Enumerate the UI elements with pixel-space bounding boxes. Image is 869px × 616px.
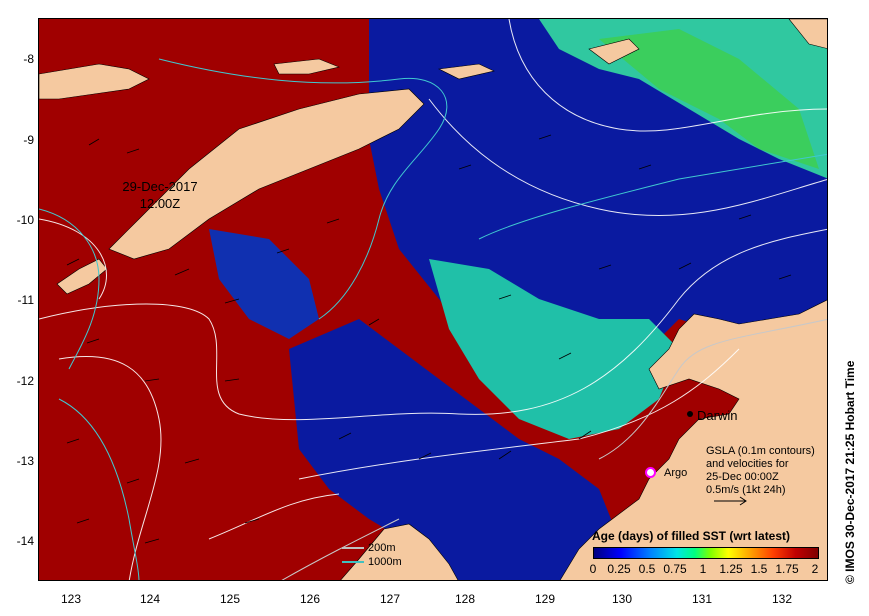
lat-tick: -11	[17, 293, 34, 307]
lon-tick: 125	[219, 592, 241, 606]
darwin-marker	[687, 411, 693, 417]
gsla-note-line: GSLA (0.1m contours)	[706, 445, 815, 457]
colorbar-tick: 1.5	[750, 562, 768, 576]
colorbar-title: Age (days) of filled SST (wrt latest)	[592, 529, 791, 543]
lon-tick: 123	[60, 592, 82, 606]
lat-tick: -12	[16, 374, 34, 388]
argo-label: Argo	[664, 467, 688, 479]
lon-tick: 127	[379, 592, 401, 606]
lat-tick: -10	[16, 213, 34, 227]
depth-legend-row: 200m	[342, 541, 402, 555]
colorbar-tick: 0.25	[607, 562, 631, 576]
colorbar-tick: 2	[811, 562, 819, 576]
legend-label: 1000m	[368, 556, 402, 568]
lat-tick: -8	[23, 52, 34, 66]
depth-legend-row: 1000m	[342, 555, 402, 569]
lon-tick: 130	[611, 592, 633, 606]
lon-tick: 131	[691, 592, 713, 606]
lat-tick: -13	[16, 454, 34, 468]
legend-line-200m	[342, 547, 364, 549]
lon-tick: 126	[299, 592, 321, 606]
legend-label: 200m	[368, 542, 396, 554]
lat-tick: -9	[23, 133, 34, 147]
legend-line-1000m	[342, 561, 364, 563]
lon-tick: 132	[771, 592, 793, 606]
lon-tick: 128	[454, 592, 476, 606]
date-label-line1: 29-Dec-2017	[122, 179, 198, 194]
gsla-note-line: and velocities for	[706, 458, 789, 470]
argo-marker[interactable]	[645, 467, 656, 478]
lon-tick: 129	[534, 592, 556, 606]
colorbar-tick: 1.75	[775, 562, 799, 576]
colorbar-tick: 0.5	[638, 562, 656, 576]
lon-tick: 124	[139, 592, 161, 606]
gsla-note-line: 25-Dec 00:00Z	[706, 471, 779, 483]
darwin-label: Darwin	[697, 408, 738, 423]
colorbar-tick: 1	[699, 562, 707, 576]
colorbar-tick: 0.75	[663, 562, 687, 576]
velocity-scale-arrow-icon	[714, 496, 747, 506]
lat-tick: -14	[16, 534, 34, 548]
date-label: 29-Dec-2017 12:00Z	[90, 178, 230, 212]
colorbar	[593, 547, 819, 559]
gsla-note: GSLA (0.1m contours) and velocities for …	[706, 445, 815, 497]
date-label-line2: 12:00Z	[139, 196, 181, 211]
colorbar-tick: 1.25	[719, 562, 743, 576]
credit-text: © IMOS 30-Dec-2017 21:25 Hobart Time	[843, 360, 857, 584]
depth-legend: 200m 1000m	[342, 541, 402, 569]
